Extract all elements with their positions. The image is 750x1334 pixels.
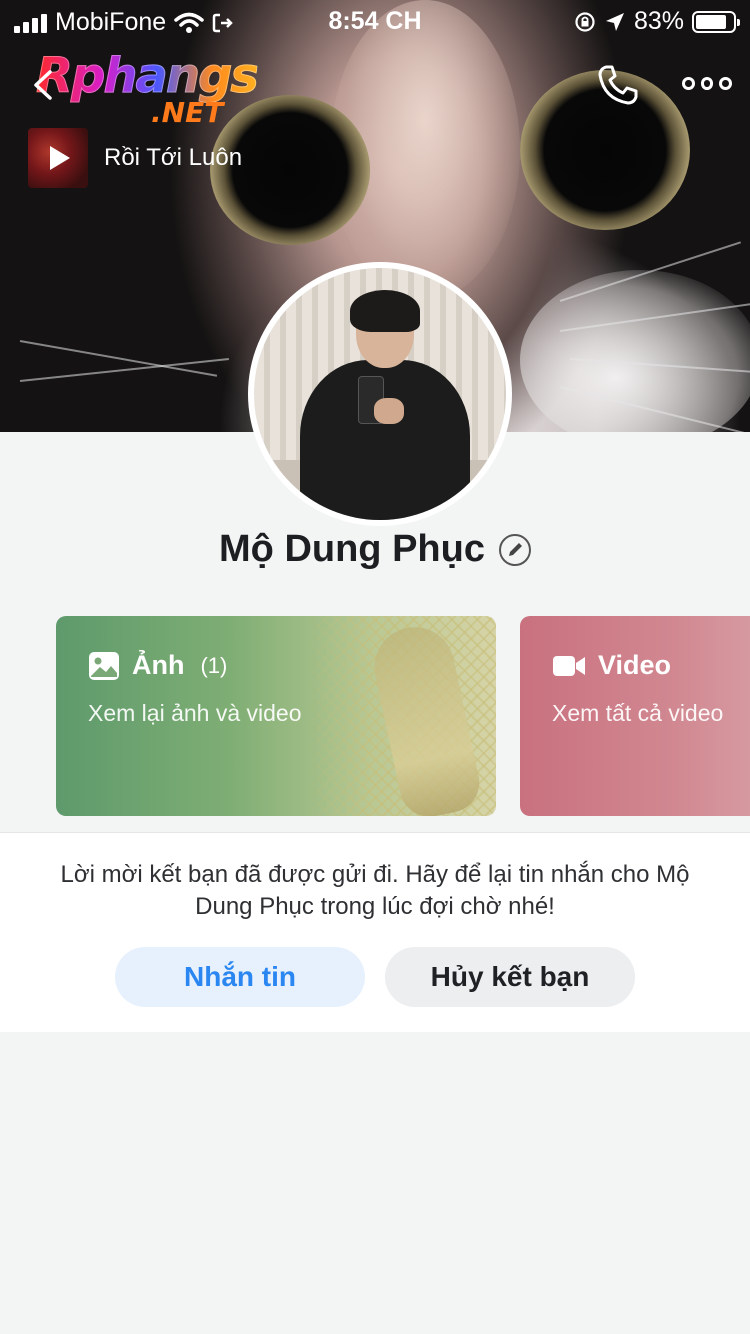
- watermark-sub-text: .NET: [151, 96, 224, 129]
- videos-card-title: Video: [598, 650, 672, 680]
- watermark-main-text: Rphangs: [36, 48, 260, 105]
- profile-name-row: Mộ Dung Phục: [0, 528, 750, 571]
- battery-percent: 83%: [633, 7, 684, 35]
- friend-request-message: Lời mời kết bạn đã được gửi đi. Hãy để l…: [60, 861, 690, 920]
- song-thumbnail[interactable]: [28, 128, 88, 188]
- more-options-button[interactable]: [682, 72, 733, 94]
- more-dots-icon: [682, 76, 695, 90]
- profile-song[interactable]: Rồi Tới Luôn: [28, 128, 242, 188]
- chevron-left-icon: [34, 70, 52, 100]
- call-button[interactable]: [596, 63, 640, 107]
- image-icon: [89, 651, 119, 680]
- videos-card-subtitle: Xem tất cả video: [552, 700, 724, 726]
- play-icon: [50, 146, 70, 170]
- videos-card[interactable]: Video Xem tất cả video: [520, 616, 750, 816]
- photos-card-count: (1): [200, 652, 228, 678]
- pencil-icon: [508, 542, 522, 556]
- song-title: Rồi Tới Luôn: [104, 144, 243, 171]
- location-arrow-icon: [605, 12, 624, 31]
- battery-icon: [692, 10, 740, 33]
- photos-card[interactable]: Ảnh (1) Xem lại ảnh và video: [56, 616, 496, 816]
- back-button[interactable]: [28, 68, 62, 102]
- profile-avatar[interactable]: [248, 262, 512, 526]
- edit-nickname-button[interactable]: [498, 533, 531, 566]
- profile-name: Mộ Dung Phục: [219, 528, 485, 570]
- photos-card-title: Ảnh: [132, 650, 185, 680]
- photos-card-subtitle: Xem lại ảnh và video: [88, 700, 302, 726]
- phone-icon: [598, 65, 638, 105]
- send-message-button[interactable]: Nhắn tin: [115, 947, 365, 1007]
- friend-request-panel: Lời mời kết bạn đã được gửi đi. Hãy để l…: [0, 832, 750, 1032]
- video-camera-icon: [553, 655, 585, 676]
- watermark-logo: Rphangs .NET: [36, 48, 266, 130]
- cancel-friend-request-button[interactable]: Hủy kết bạn: [385, 947, 635, 1007]
- rotation-lock-icon: [575, 11, 595, 32]
- status-bar: MobiFone 8:54 CH 83%: [0, 0, 750, 40]
